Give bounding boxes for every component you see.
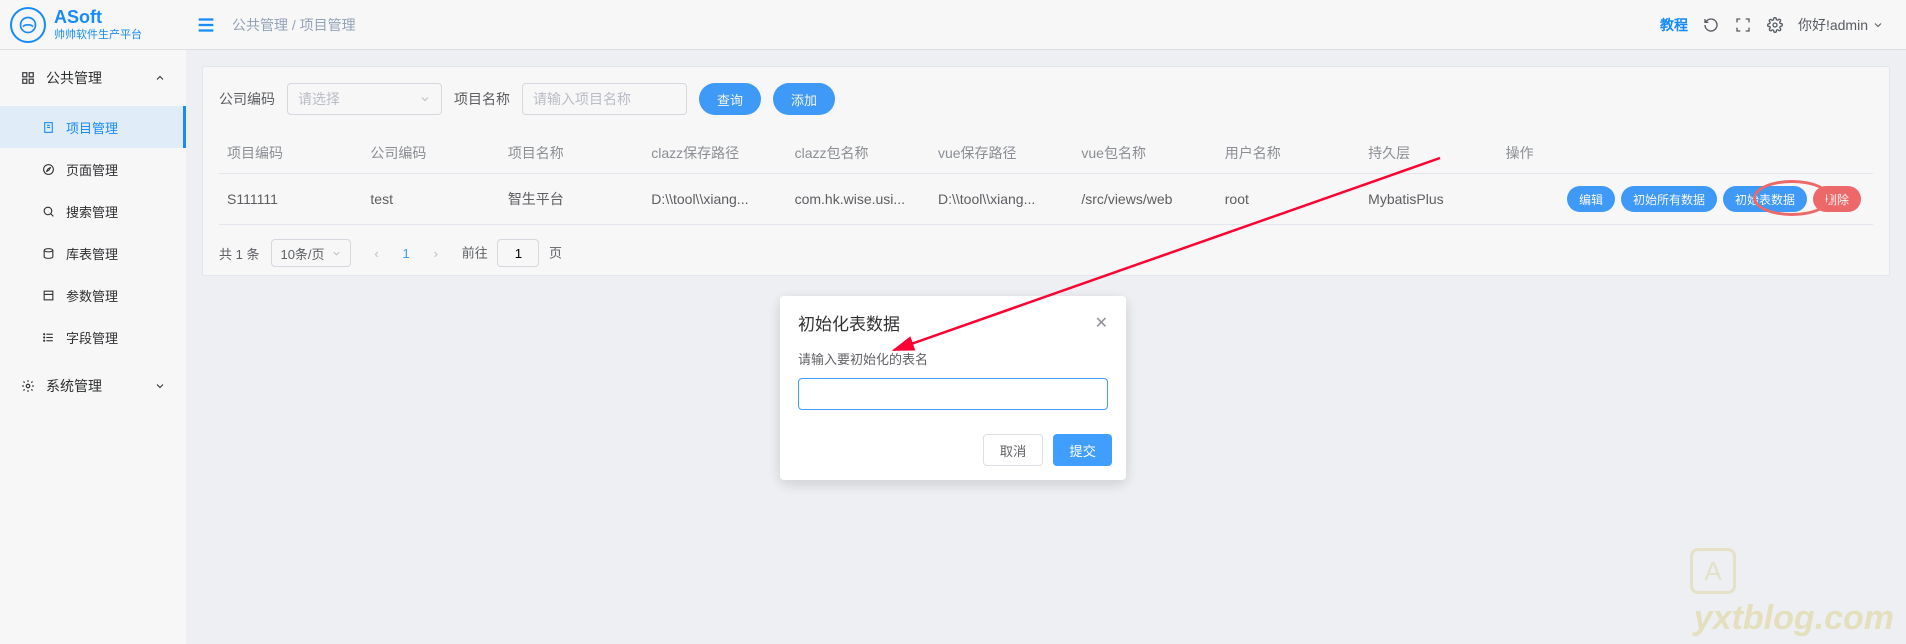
cancel-button[interactable]: 取消 <box>983 434 1044 466</box>
dialog-title: 初始化表数据 <box>798 310 900 335</box>
dialog-hint: 请输入要初始化的表名 <box>798 349 1108 368</box>
table-name-input[interactable] <box>798 378 1108 410</box>
init-table-dialog: 初始化表数据 ✕ 请输入要初始化的表名 取消 提交 <box>780 296 1126 480</box>
close-icon[interactable]: ✕ <box>1095 313 1108 333</box>
confirm-button[interactable]: 提交 <box>1053 434 1112 466</box>
